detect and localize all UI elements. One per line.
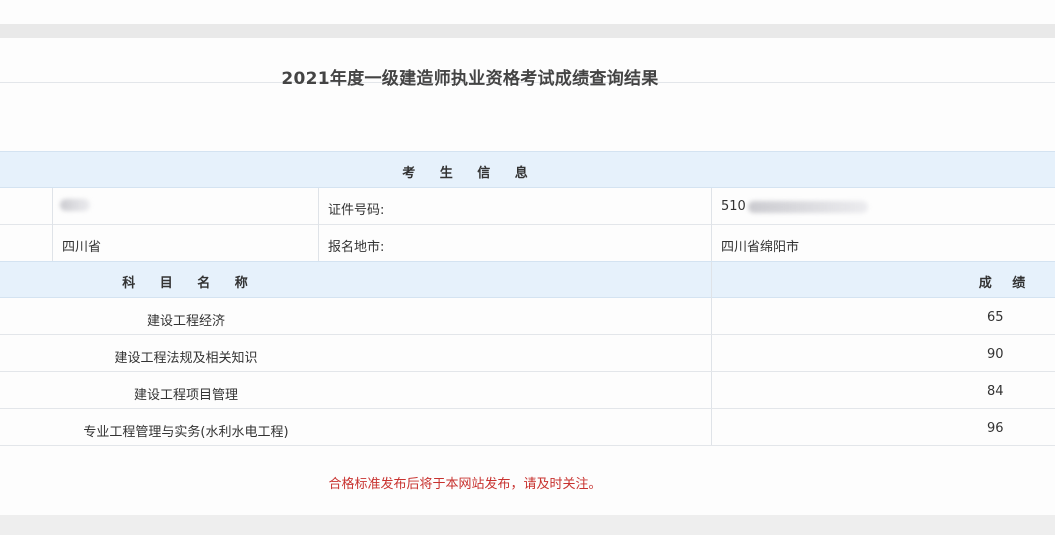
candidate-info-header: 考 生 信 息 <box>0 151 1055 188</box>
city-value: 四川省绵阳市 <box>721 240 800 255</box>
top-band <box>0 0 1055 24</box>
subject-column-header: 科 目 名 称 <box>122 276 258 291</box>
table-row-subject: 建设工程项目管理 <box>133 388 238 403</box>
redacted-id-number <box>748 201 868 213</box>
col-divider <box>711 262 712 446</box>
table-row-subject: 建设工程法规及相关知识 <box>114 351 258 366</box>
row-divider <box>0 371 1055 372</box>
scores-header: 科 目 名 称 成 绩 <box>0 261 1055 298</box>
table-row-subject: 专业工程管理与实务(水利水电工程) <box>83 425 289 440</box>
id-number-value: 510 <box>721 199 746 214</box>
city-label: 报名地市: <box>328 240 385 255</box>
bottom-band <box>0 515 1055 535</box>
table-row-score: 90 <box>987 347 1004 362</box>
id-number-label: 证件号码: <box>328 203 385 218</box>
redacted-name <box>60 199 90 211</box>
table-row-subject: 建设工程经济 <box>146 314 225 329</box>
col-divider <box>711 188 712 261</box>
col-divider <box>318 188 319 261</box>
row-divider <box>0 408 1055 409</box>
page-title: 2021年度一级建造师执业资格考试成绩查询结果 <box>281 69 659 89</box>
row-divider <box>0 224 1055 225</box>
province-value: 四川省 <box>62 240 102 255</box>
row-divider <box>0 334 1055 335</box>
score-column-header: 成 绩 <box>978 276 1034 291</box>
col-divider <box>52 188 53 261</box>
row-divider <box>0 445 1055 446</box>
table-row-score: 84 <box>987 384 1004 399</box>
table-row-score: 96 <box>987 421 1004 436</box>
table-row-score: 65 <box>987 310 1004 325</box>
candidate-info-heading: 考 生 信 息 <box>402 166 538 181</box>
notice-text: 合格标准发布后将于本网站发布，请及时关注。 <box>328 477 602 492</box>
top-separator <box>0 24 1055 38</box>
